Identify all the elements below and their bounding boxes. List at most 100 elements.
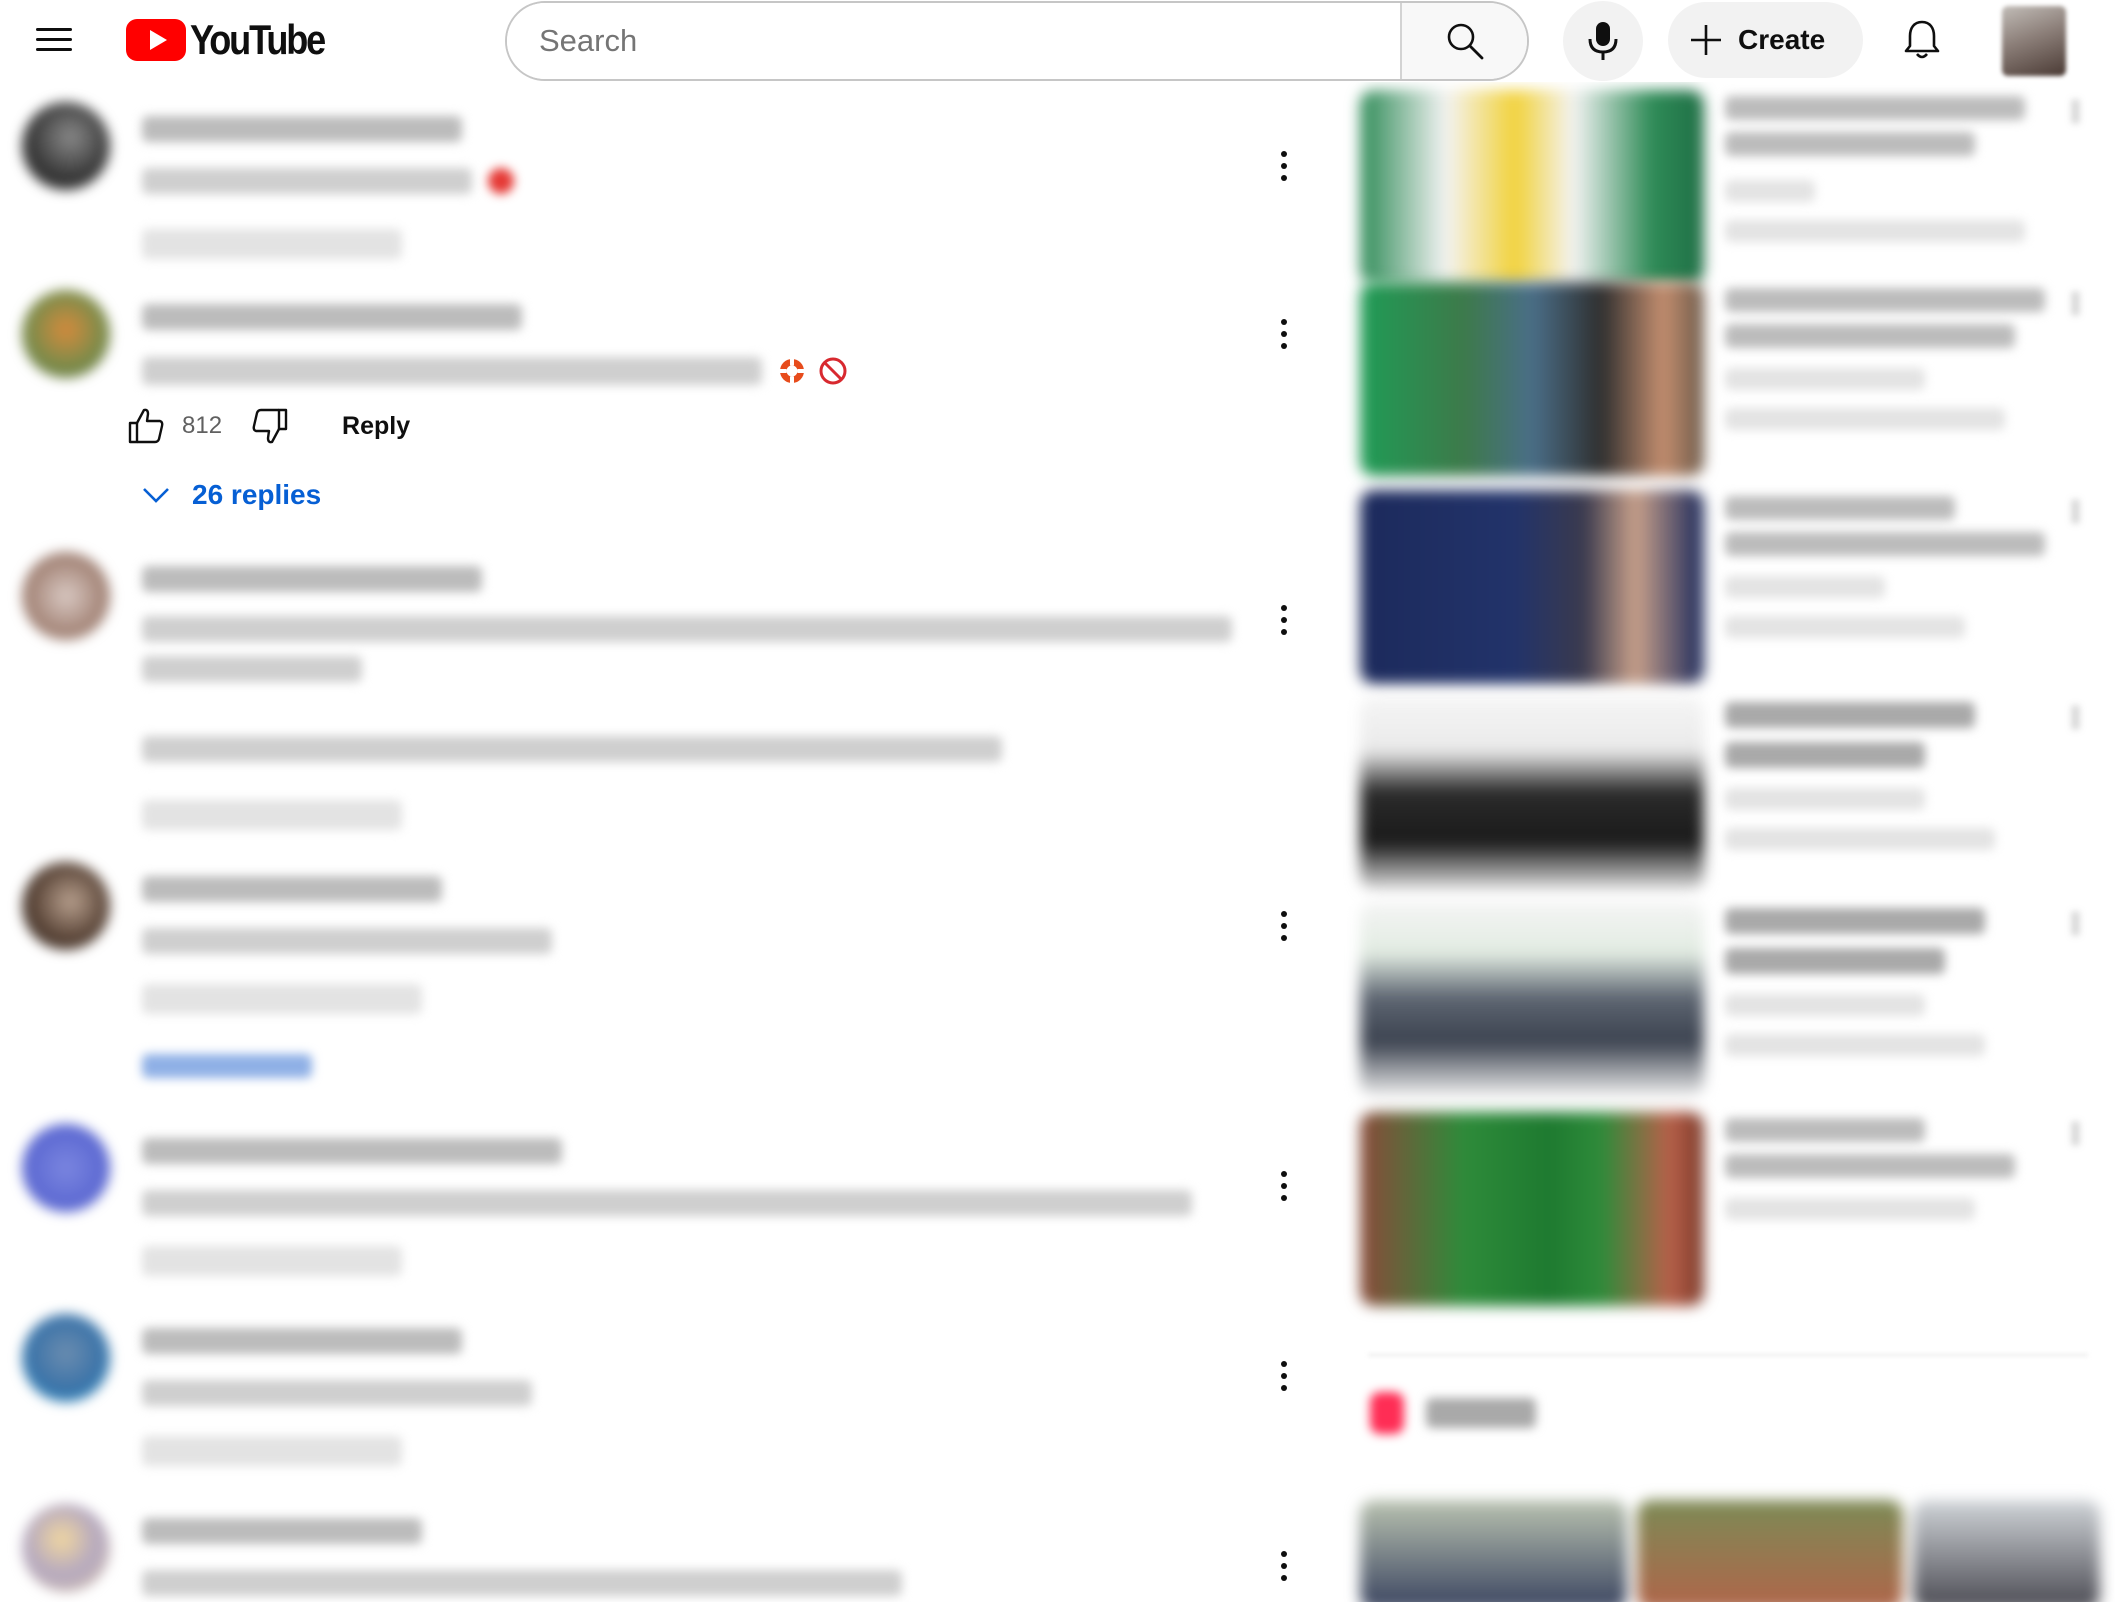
short-thumbnail[interactable] <box>1360 1500 1627 1602</box>
comment-menu-button[interactable] <box>1262 598 1306 642</box>
replies-count-label: 26 replies <box>192 479 322 510</box>
related-video-item[interactable] <box>1360 1112 2090 1312</box>
shorts-header <box>1370 1392 1536 1434</box>
comment-menu-button[interactable] <box>1262 312 1306 356</box>
video-menu-button[interactable] <box>2060 498 2090 528</box>
plus-icon <box>1691 25 1721 55</box>
comment-avatar[interactable] <box>22 102 110 190</box>
comment-actions: 812 Reply <box>124 402 1242 450</box>
video-title <box>1725 702 1975 728</box>
comment-text <box>142 1570 902 1596</box>
video-thumbnail[interactable] <box>1360 902 1704 1096</box>
comment-author[interactable] <box>142 1518 422 1544</box>
video-channel <box>1725 180 1815 202</box>
comment-text <box>142 1380 532 1406</box>
create-button[interactable]: Create <box>1668 2 1863 78</box>
emoji <box>488 168 515 194</box>
comment-item <box>22 552 1312 902</box>
comment-avatar[interactable] <box>22 1124 110 1212</box>
short-thumbnail[interactable] <box>1913 1500 2101 1602</box>
video-menu-button[interactable] <box>2060 1120 2090 1150</box>
dislike-button[interactable] <box>248 404 292 448</box>
video-stats <box>1725 220 2025 242</box>
comment-avatar[interactable] <box>22 552 110 640</box>
comment-avatar[interactable] <box>22 862 110 950</box>
comment-avatar[interactable] <box>22 290 110 378</box>
mic-icon <box>1588 22 1618 60</box>
video-menu-button[interactable] <box>2060 98 2090 128</box>
related-video-item[interactable] <box>1360 490 2090 690</box>
comment-item <box>22 862 1312 1122</box>
video-menu-button[interactable] <box>2060 704 2090 734</box>
comment-author[interactable] <box>142 304 522 330</box>
comment-author[interactable] <box>142 566 482 592</box>
video-channel <box>1725 788 1925 810</box>
comment-author[interactable] <box>142 876 442 902</box>
comment-author[interactable] <box>142 1138 562 1164</box>
comment-text <box>142 168 472 194</box>
comment-menu-button[interactable] <box>1262 904 1306 948</box>
comment-avatar[interactable] <box>22 1314 110 1402</box>
comment-actions <box>142 984 422 1014</box>
comment-item <box>22 1314 1312 1484</box>
comment-text <box>142 357 762 385</box>
video-title <box>1725 96 2025 120</box>
comment-menu-button[interactable] <box>1262 144 1306 188</box>
comment-menu-button[interactable] <box>1262 1164 1306 1208</box>
masthead: YouTube Create <box>0 0 2115 82</box>
video-channel <box>1725 994 1925 1016</box>
short-thumbnail[interactable] <box>1636 1500 1904 1602</box>
video-thumbnail[interactable] <box>1360 90 1704 284</box>
youtube-logo[interactable]: YouTube <box>126 16 346 63</box>
video-stats <box>1725 828 1995 850</box>
shorts-shelf <box>1360 1500 2101 1602</box>
related-videos <box>1360 82 2101 1602</box>
search-button[interactable] <box>1400 3 1527 79</box>
create-label: Create <box>1738 24 1826 55</box>
video-thumbnail[interactable] <box>1360 696 1704 890</box>
chevron-down-icon <box>143 488 169 503</box>
comment-author[interactable] <box>142 1328 462 1354</box>
comment-text <box>142 1190 1192 1216</box>
video-menu-button[interactable] <box>2060 910 2090 940</box>
comment-menu-button[interactable] <box>1262 1544 1306 1588</box>
related-video-item[interactable] <box>1360 902 2090 1102</box>
comment-item <box>22 102 1312 272</box>
video-thumbnail[interactable] <box>1360 282 1704 476</box>
video-stats <box>1725 1198 1975 1220</box>
view-replies-button[interactable]: 26 replies <box>140 470 1242 520</box>
notifications-button[interactable] <box>1888 6 1956 74</box>
view-replies-button[interactable] <box>142 1054 312 1078</box>
menu-button[interactable] <box>18 10 90 70</box>
video-title <box>1725 496 1955 520</box>
like-button[interactable] <box>124 404 168 448</box>
related-video-item[interactable] <box>1360 282 2090 482</box>
logo-wordmark: YouTube <box>190 16 326 63</box>
account-avatar[interactable] <box>2002 6 2066 76</box>
video-channel <box>1725 576 1885 598</box>
comment-author[interactable] <box>142 116 462 142</box>
video-title <box>1725 288 2045 312</box>
search-bar <box>505 1 1529 81</box>
related-video-item[interactable] <box>1360 696 2090 896</box>
voice-search-button[interactable] <box>1563 1 1643 81</box>
thumbs-down-icon <box>252 408 288 444</box>
comment-menu-button[interactable] <box>1262 1354 1306 1398</box>
comment-item <box>22 1504 1312 1602</box>
bell-icon <box>1904 20 1940 59</box>
video-title <box>1725 1118 1925 1142</box>
comments-section: 812 Reply 26 replies <box>0 82 1310 1602</box>
video-thumbnail[interactable] <box>1360 490 1704 684</box>
youtube-play-icon <box>126 19 186 61</box>
reply-button[interactable]: Reply <box>342 412 410 441</box>
comment-actions <box>142 229 402 259</box>
related-video-item[interactable] <box>1360 90 2090 290</box>
video-menu-button[interactable] <box>2060 290 2090 320</box>
section-divider <box>1368 1354 2088 1356</box>
comment-item: 812 Reply 26 replies <box>22 290 1312 590</box>
comment-item <box>22 1124 1312 1294</box>
comment-avatar[interactable] <box>22 1504 110 1592</box>
search-input[interactable] <box>507 3 1400 79</box>
video-thumbnail[interactable] <box>1360 1112 1704 1306</box>
comment-actions <box>142 800 402 830</box>
